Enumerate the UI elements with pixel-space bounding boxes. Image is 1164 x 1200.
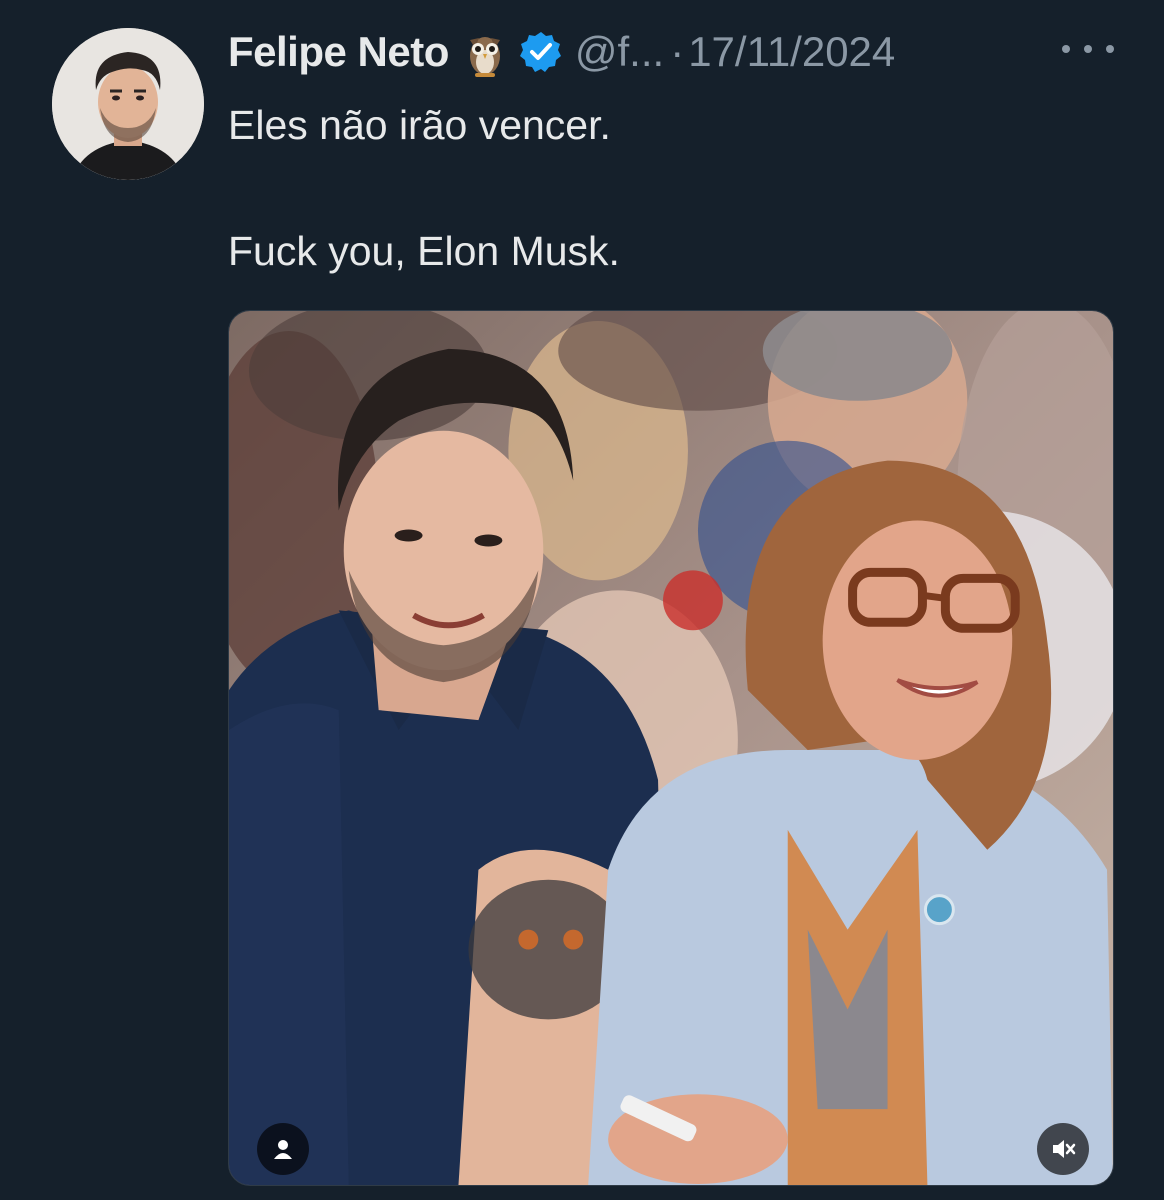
display-name[interactable]: Felipe Neto bbox=[228, 28, 449, 76]
owl-icon bbox=[465, 26, 505, 78]
person-tag-icon[interactable] bbox=[257, 1123, 309, 1175]
avatar-photo bbox=[52, 28, 204, 180]
tweet[interactable]: Felipe Neto @f... · 17/11/2024 Eles não … bbox=[0, 0, 1164, 1200]
tweet-text-line-2: Fuck you, Elon Musk. bbox=[228, 228, 620, 274]
speaker-muted-icon[interactable] bbox=[1037, 1123, 1089, 1175]
avatar[interactable] bbox=[52, 28, 204, 180]
tweet-text: Eles não irão vencer. Fuck you, Elon Mus… bbox=[228, 96, 620, 280]
verified-badge-icon bbox=[519, 30, 563, 74]
media-photo bbox=[229, 311, 1113, 1185]
tweet-text-line-1: Eles não irão vencer. bbox=[228, 102, 611, 148]
tweet-media[interactable] bbox=[228, 310, 1114, 1186]
tweet-header: Felipe Neto @f... · 17/11/2024 bbox=[228, 22, 895, 82]
separator: · bbox=[670, 28, 685, 75]
handle[interactable]: @f... bbox=[575, 28, 664, 76]
more-horizontal-icon[interactable] bbox=[1062, 34, 1114, 64]
timestamp[interactable]: 17/11/2024 bbox=[688, 28, 895, 76]
